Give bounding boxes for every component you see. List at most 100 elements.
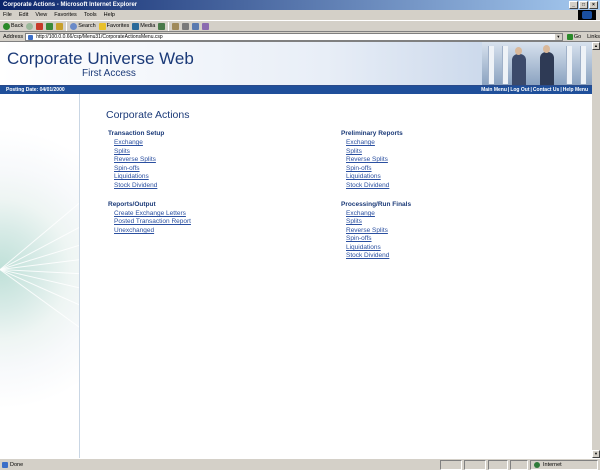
links-button[interactable]: Links: [587, 34, 600, 40]
media-icon: [132, 22, 140, 30]
print-icon: [182, 22, 190, 30]
maximize-button[interactable]: □: [579, 1, 588, 9]
windows-logo-icon: [578, 10, 596, 20]
menu-view[interactable]: View: [35, 10, 47, 20]
finals-exchange-link[interactable]: Exchange: [346, 210, 375, 217]
media-label: Media: [140, 23, 156, 29]
history-button[interactable]: [158, 22, 166, 30]
discuss-icon: [202, 22, 210, 30]
preliminary-exchange-link[interactable]: Exchange: [346, 139, 375, 146]
refresh-button[interactable]: [46, 22, 54, 30]
minimize-button[interactable]: _: [569, 1, 578, 9]
menu-tools[interactable]: Tools: [84, 10, 97, 20]
window-title: Corporate Actions - Microsoft Internet E…: [3, 2, 138, 8]
toolbar-separator: [66, 21, 68, 31]
scroll-down-icon[interactable]: ▼: [592, 450, 600, 458]
menu-bar: File Edit View Favorites Tools Help: [0, 10, 600, 20]
page-title: Corporate Actions: [106, 109, 190, 121]
status-bar: Done Internet: [0, 458, 600, 470]
back-arrow-icon: [3, 22, 10, 30]
finals-spin-offs-link[interactable]: Spin-offs: [346, 235, 372, 242]
discuss-button[interactable]: [202, 22, 210, 30]
search-label: Search: [78, 23, 96, 29]
window-controls: _ □ ×: [569, 1, 598, 9]
section-title-reports-output: Reports/Output: [108, 201, 156, 208]
section-title-processing-run-finals: Processing/Run Finals: [341, 201, 412, 208]
title-bar: Corporate Actions - Microsoft Internet E…: [0, 0, 600, 10]
address-label: Address: [3, 33, 24, 40]
status-cell: [510, 460, 528, 470]
media-button[interactable]: Media: [132, 22, 156, 30]
address-dropdown-icon[interactable]: ▼: [554, 33, 562, 40]
posted-transaction-report-link[interactable]: Posted Transaction Report: [114, 218, 191, 225]
edit-button[interactable]: [192, 22, 200, 30]
finals-stock-dividend-link[interactable]: Stock Dividend: [346, 252, 389, 259]
close-button[interactable]: ×: [589, 1, 598, 9]
forward-arrow-icon: [26, 22, 34, 30]
favorites-label: Favorites: [106, 23, 130, 29]
address-bar: Address http://100.0.0.66/csp/Menu31/Cor…: [0, 32, 600, 42]
toolbar-separator: [168, 21, 170, 31]
address-input[interactable]: http://100.0.0.66/csp/Menu31/CorporateAc…: [25, 32, 563, 41]
preliminary-spin-offs-link[interactable]: Spin-offs: [346, 165, 372, 172]
back-label: Back: [11, 23, 24, 29]
status-cell: [440, 460, 462, 470]
refresh-icon: [46, 22, 54, 30]
menu-edit[interactable]: Edit: [19, 10, 28, 20]
status-cell: [464, 460, 486, 470]
transaction-setup-liquidations-link[interactable]: Liquidations: [114, 173, 149, 180]
preliminary-stock-dividend-link[interactable]: Stock Dividend: [346, 182, 389, 189]
zone-text: Internet: [543, 462, 562, 468]
mail-button[interactable]: [172, 22, 180, 30]
transaction-setup-stock-dividend-link[interactable]: Stock Dividend: [114, 182, 157, 189]
menu-file[interactable]: File: [3, 10, 12, 20]
mail-icon: [172, 22, 180, 30]
menu-help[interactable]: Help: [104, 10, 115, 20]
security-zone: Internet: [530, 460, 598, 470]
status-text: Done: [10, 462, 24, 468]
section-title-preliminary-reports: Preliminary Reports: [341, 130, 403, 137]
transaction-setup-spin-offs-link[interactable]: Spin-offs: [114, 165, 140, 172]
go-label: Go: [573, 33, 582, 40]
finals-liquidations-link[interactable]: Liquidations: [346, 244, 381, 251]
address-url: http://100.0.0.66/csp/Menu31/CorporateAc…: [36, 33, 163, 40]
history-icon: [158, 22, 166, 30]
unexchanged-link[interactable]: Unexchanged: [114, 227, 154, 234]
print-button[interactable]: [182, 22, 190, 30]
page-done-icon: [2, 462, 8, 468]
stop-button[interactable]: [36, 22, 44, 30]
search-icon: [70, 22, 78, 30]
forward-button[interactable]: [26, 22, 34, 30]
browser-window: Corporate Actions - Microsoft Internet E…: [0, 0, 600, 470]
create-exchange-letters-link[interactable]: Create Exchange Letters: [114, 210, 186, 217]
transaction-setup-exchange-link[interactable]: Exchange: [114, 139, 143, 146]
vertical-scrollbar[interactable]: ▲ ▼: [592, 42, 600, 458]
main-content: Corporate Actions Transaction Setup Exch…: [0, 42, 592, 458]
status-done: Done: [2, 459, 23, 470]
back-button[interactable]: Back: [3, 22, 24, 30]
stop-icon: [36, 22, 44, 30]
preliminary-reverse-splits-link[interactable]: Reverse Splits: [346, 156, 388, 163]
home-icon: [56, 22, 64, 30]
page-viewport: Corporate Universe Web First Access Post…: [0, 42, 600, 458]
search-button[interactable]: Search: [70, 22, 96, 30]
scroll-up-icon[interactable]: ▲: [592, 42, 600, 50]
star-icon: [98, 22, 106, 30]
transaction-setup-splits-link[interactable]: Splits: [114, 148, 130, 155]
menu-favorites[interactable]: Favorites: [54, 10, 77, 20]
section-title-transaction-setup: Transaction Setup: [108, 130, 165, 137]
toolbar: Back Search Favorites Media: [0, 20, 600, 32]
internet-globe-icon: [534, 462, 540, 468]
edit-icon: [192, 22, 200, 30]
transaction-setup-reverse-splits-link[interactable]: Reverse Splits: [114, 156, 156, 163]
home-button[interactable]: [56, 22, 64, 30]
go-button[interactable]: Go: [566, 33, 582, 40]
finals-reverse-splits-link[interactable]: Reverse Splits: [346, 227, 388, 234]
page-icon: [28, 34, 34, 40]
status-cell: [488, 460, 508, 470]
preliminary-liquidations-link[interactable]: Liquidations: [346, 173, 381, 180]
favorites-button[interactable]: Favorites: [98, 22, 130, 30]
preliminary-splits-link[interactable]: Splits: [346, 148, 362, 155]
finals-splits-link[interactable]: Splits: [346, 218, 362, 225]
go-arrow-icon: [566, 33, 573, 40]
